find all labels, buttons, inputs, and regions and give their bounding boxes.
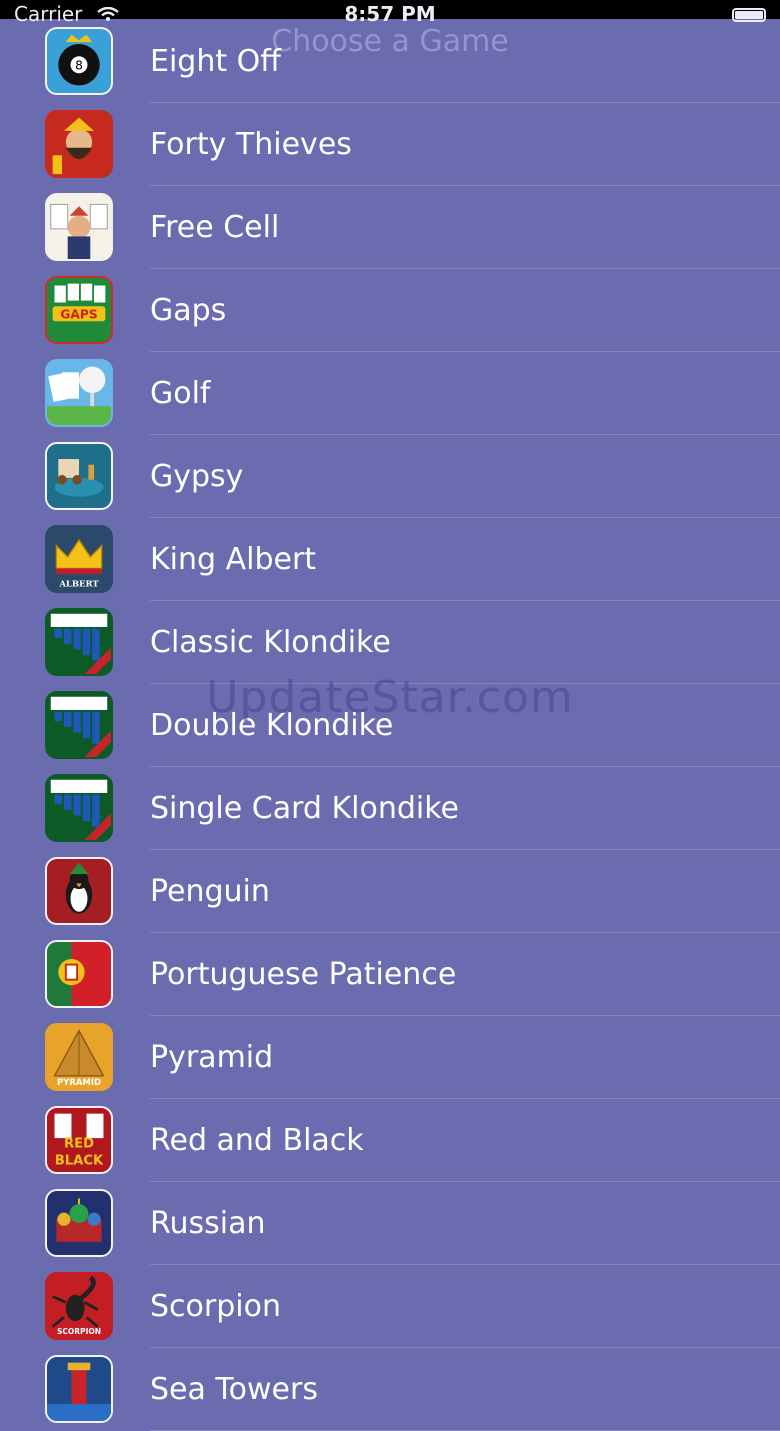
game-row-penguin[interactable]: Penguin — [0, 850, 780, 933]
game-label: Penguin — [150, 874, 270, 909]
game-label: King Albert — [150, 542, 317, 577]
game-list: 8 Eight Off Forty Thieves Free Cell GAPS… — [0, 20, 780, 1431]
game-row-scorpion[interactable]: SCORPION Scorpion — [0, 1265, 780, 1348]
game-row-single-card-klondike[interactable]: Single Card Klondike — [0, 767, 780, 850]
eight-ball-icon: 8 — [45, 27, 113, 95]
game-label: Single Card Klondike — [150, 791, 459, 826]
game-row-sea-towers[interactable]: Sea Towers — [0, 1348, 780, 1431]
svg-text:GAPS: GAPS — [60, 307, 97, 321]
game-label: Gypsy — [150, 459, 244, 494]
game-row-free-cell[interactable]: Free Cell — [0, 186, 780, 269]
golf-ball-icon — [45, 359, 113, 427]
watermark: UpdateStar.com — [206, 672, 574, 723]
game-label: Golf — [150, 376, 211, 411]
king-card-icon — [45, 193, 113, 261]
klondike-icon — [45, 608, 113, 676]
svg-text:8: 8 — [75, 58, 83, 72]
scorpion-icon: SCORPION — [45, 1272, 113, 1340]
crown-icon: ALBERT — [45, 525, 113, 593]
status-time: 8:57 PM — [344, 2, 436, 26]
game-row-russian[interactable]: Russian — [0, 1182, 780, 1265]
game-row-king-albert[interactable]: ALBERT King Albert — [0, 518, 780, 601]
portugal-flag-icon — [45, 940, 113, 1008]
game-row-forty-thieves[interactable]: Forty Thieves — [0, 103, 780, 186]
game-row-eight-off[interactable]: 8 Eight Off — [0, 20, 780, 103]
game-label: Gaps — [150, 293, 227, 328]
pyramid-icon: PYRAMID — [45, 1023, 113, 1091]
game-row-golf[interactable]: Golf — [0, 352, 780, 435]
russian-cathedral-icon — [45, 1189, 113, 1257]
game-label: Russian — [150, 1206, 266, 1241]
battery-icon — [732, 8, 766, 22]
game-label: Scorpion — [150, 1289, 281, 1324]
red-black-icon: RED BLACK — [45, 1106, 113, 1174]
game-label: Sea Towers — [150, 1372, 318, 1407]
status-bar: Carrier 8:57 PM — [0, 0, 780, 24]
sea-towers-icon — [45, 1355, 113, 1423]
game-row-red-and-black[interactable]: RED BLACK Red and Black — [0, 1099, 780, 1182]
game-row-pyramid[interactable]: PYRAMID Pyramid — [0, 1016, 780, 1099]
game-label: Forty Thieves — [150, 127, 352, 162]
game-label: Red and Black — [150, 1123, 364, 1158]
penguin-icon — [45, 857, 113, 925]
game-label: Eight Off — [150, 44, 281, 79]
svg-text:BLACK: BLACK — [55, 1153, 104, 1168]
game-label: Portuguese Patience — [150, 957, 457, 992]
svg-text:ALBERT: ALBERT — [58, 578, 99, 588]
game-row-portuguese-patience[interactable]: Portuguese Patience — [0, 933, 780, 1016]
gaps-icon: GAPS — [45, 276, 113, 344]
svg-text:PYRAMID: PYRAMID — [57, 1077, 101, 1087]
gypsy-wagon-icon — [45, 442, 113, 510]
svg-text:RED: RED — [64, 1137, 94, 1152]
thief-icon — [45, 110, 113, 178]
klondike-icon — [45, 774, 113, 842]
svg-text:SCORPION: SCORPION — [57, 1327, 101, 1336]
game-row-gaps[interactable]: GAPS Gaps — [0, 269, 780, 352]
game-label: Pyramid — [150, 1040, 274, 1075]
game-row-gypsy[interactable]: Gypsy — [0, 435, 780, 518]
game-label: Free Cell — [150, 210, 280, 245]
